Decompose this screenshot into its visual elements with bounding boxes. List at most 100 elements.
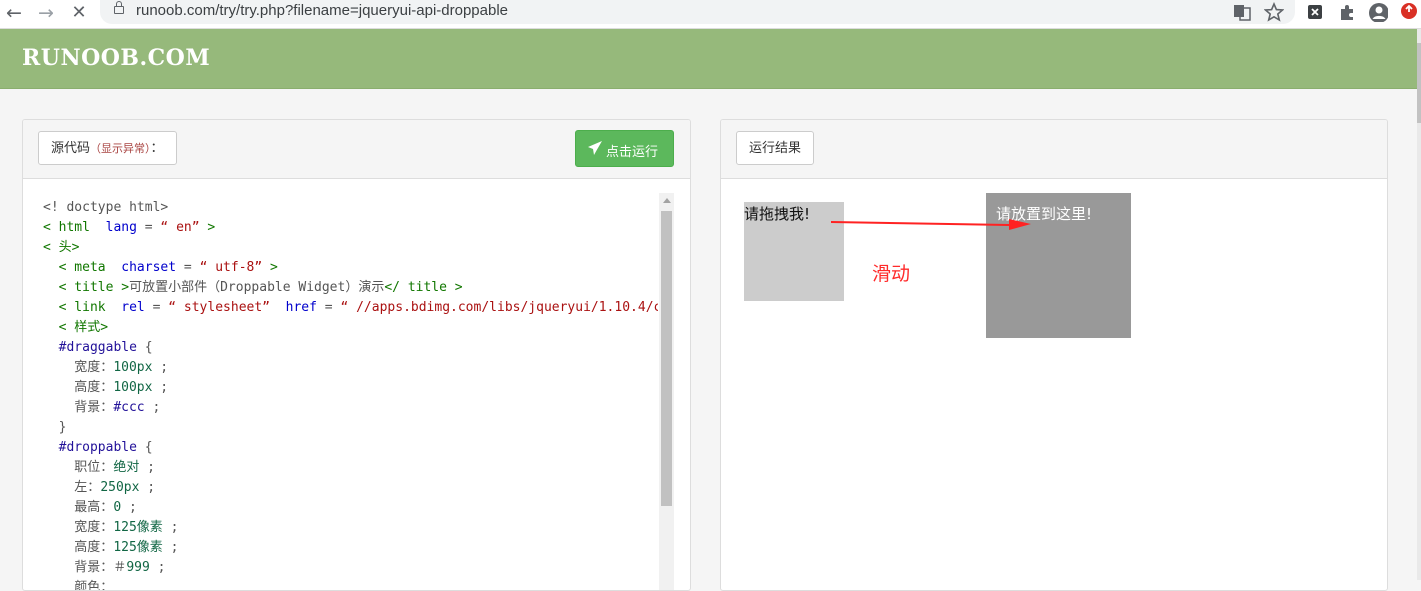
code-line: #draggable { xyxy=(43,338,658,358)
url-text[interactable]: runoob.com/try/try.php?filename=jqueryui… xyxy=(136,2,508,19)
code-token: < title xyxy=(43,280,122,295)
code-token: “ //apps.bdimg.com/libs/jqueryui/1.10.4/… xyxy=(340,300,658,315)
code-scrollbar[interactable] xyxy=(659,193,674,590)
code-token: = xyxy=(316,300,341,315)
result-tab[interactable]: 运行结果 xyxy=(736,131,815,165)
code-token: ; xyxy=(162,540,179,555)
code-editor[interactable]: <! doctype html> < html lang = “ en” > < 头… xyxy=(43,198,658,591)
code-token: 可放置小部件（Droppable Widget）演示 xyxy=(129,280,385,295)
code-token: < 头> xyxy=(43,240,80,255)
code-line: 最高：0 ; xyxy=(43,498,658,518)
translate-icon[interactable] xyxy=(1232,2,1252,22)
code-token: </ title > xyxy=(384,280,463,295)
code-token: ; xyxy=(152,360,169,375)
code-line: 宽度：100px ; xyxy=(43,358,658,378)
star-icon[interactable] xyxy=(1264,2,1284,22)
code-line: 背景：＃999 ; xyxy=(43,558,658,578)
code-token: #ccc xyxy=(113,400,145,415)
code-token: > xyxy=(121,280,130,295)
site-logo[interactable]: RUNOOB.COM xyxy=(22,45,210,71)
code-token: ; xyxy=(144,400,161,415)
draggable-box[interactable]: 请拖拽我! xyxy=(744,202,844,301)
address-bar[interactable]: runoob.com/try/try.php?filename=jqueryui… xyxy=(100,0,1295,24)
x-extension-icon[interactable] xyxy=(1305,2,1325,22)
code-line: 宽度：125像素 ; xyxy=(43,518,658,538)
code-token: 职位： xyxy=(43,460,114,475)
code-token: { xyxy=(136,440,153,455)
code-token: charset xyxy=(121,260,177,275)
code-line: < 头> xyxy=(43,238,658,258)
site-header: RUNOOB.COM xyxy=(0,29,1417,89)
code-line: < title >可放置小部件（Droppable Widget）演示</ ti… xyxy=(43,278,658,298)
source-panel-header: 源代码（显示异常）： 点击运行 xyxy=(23,120,690,179)
code-token: 宽度： xyxy=(43,520,114,535)
forward-arrow-icon[interactable]: → xyxy=(35,2,57,24)
code-token: #droppable xyxy=(43,440,137,455)
code-token: } xyxy=(43,420,67,435)
code-token: < html xyxy=(43,220,106,235)
code-line: 背景：#ccc ; xyxy=(43,398,658,418)
code-line: < 样式> xyxy=(43,318,658,338)
code-token: “ stylesheet” xyxy=(168,300,286,315)
code-line: } xyxy=(43,418,658,438)
code-token: 高度： xyxy=(43,540,114,555)
code-token: 背景：＃ xyxy=(43,560,127,575)
code-token: href xyxy=(285,300,317,315)
paper-plane-icon xyxy=(588,141,602,155)
browser-toolbar: ← → ✕ runoob.com/try/try.php?filename=jq… xyxy=(0,0,1421,29)
code-token: “ en” xyxy=(160,220,200,235)
source-code-tab[interactable]: 源代码（显示异常）： xyxy=(38,131,177,165)
page-scrollbar[interactable] xyxy=(1417,29,1421,580)
code-line: 左：250px ; xyxy=(43,478,658,498)
code-line: < link rel = “ stylesheet” href = “ //ap… xyxy=(43,298,658,318)
code-token: 颜色： xyxy=(43,580,114,591)
code-token: < 样式> xyxy=(43,320,109,335)
source-tab-colon: ： xyxy=(150,141,164,156)
code-token: > xyxy=(160,200,169,215)
code-line: < meta charset = “ utf-8” > xyxy=(43,258,658,278)
puzzle-icon[interactable] xyxy=(1337,2,1357,22)
code-token: 125像素 xyxy=(113,540,163,555)
code-token: = xyxy=(136,220,161,235)
code-token: 125像素 xyxy=(113,520,163,535)
code-line: < html lang = “ en” > xyxy=(43,218,658,238)
code-token: 绝对 xyxy=(113,460,140,475)
code-token: 宽度： xyxy=(43,360,114,375)
code-token: 100px xyxy=(113,360,153,375)
code-token: “ utf-8” xyxy=(199,260,263,275)
code-token: ; xyxy=(149,560,166,575)
code-line: #droppable { xyxy=(43,438,658,458)
code-line: <! doctype html> xyxy=(43,198,658,218)
update-icon[interactable] xyxy=(1400,2,1420,22)
account-icon[interactable] xyxy=(1368,2,1388,22)
code-token: rel xyxy=(121,300,145,315)
display-issue-note[interactable]: （显示异常） xyxy=(90,142,151,155)
code-token: 背景： xyxy=(43,400,114,415)
code-token: ; xyxy=(152,380,169,395)
code-line: 高度：125像素 ; xyxy=(43,538,658,558)
page-scrollbar-thumb[interactable] xyxy=(1417,43,1421,123)
code-token: ; xyxy=(121,500,137,515)
code-token: ; xyxy=(162,520,179,535)
code-token: 最高： xyxy=(43,500,114,515)
code-token: < link xyxy=(43,300,122,315)
code-token: 250px xyxy=(100,480,140,495)
code-token: doctype html xyxy=(66,200,161,215)
code-token: 0 xyxy=(113,500,122,515)
code-token: = xyxy=(176,260,200,275)
slide-annotation: 滑动 xyxy=(872,263,911,285)
back-arrow-icon[interactable]: ← xyxy=(3,2,25,24)
code-token: lang xyxy=(105,220,137,235)
code-scrollbar-thumb[interactable] xyxy=(661,211,672,506)
source-code-tab-label: 源代码 xyxy=(51,141,91,156)
code-token: ; xyxy=(139,480,156,495)
code-token: > xyxy=(199,220,216,235)
result-panel: 运行结果 请拖拽我! 请放置到这里! 滑动 xyxy=(720,119,1388,591)
run-button-label: 点击运行 xyxy=(606,145,659,160)
code-token: #draggable xyxy=(43,340,137,355)
code-token: > xyxy=(262,260,278,275)
code-token: 100px xyxy=(113,380,153,395)
scroll-up-icon[interactable] xyxy=(663,198,671,203)
run-button[interactable]: 点击运行 xyxy=(575,130,674,167)
stop-loading-icon[interactable]: ✕ xyxy=(68,2,90,24)
